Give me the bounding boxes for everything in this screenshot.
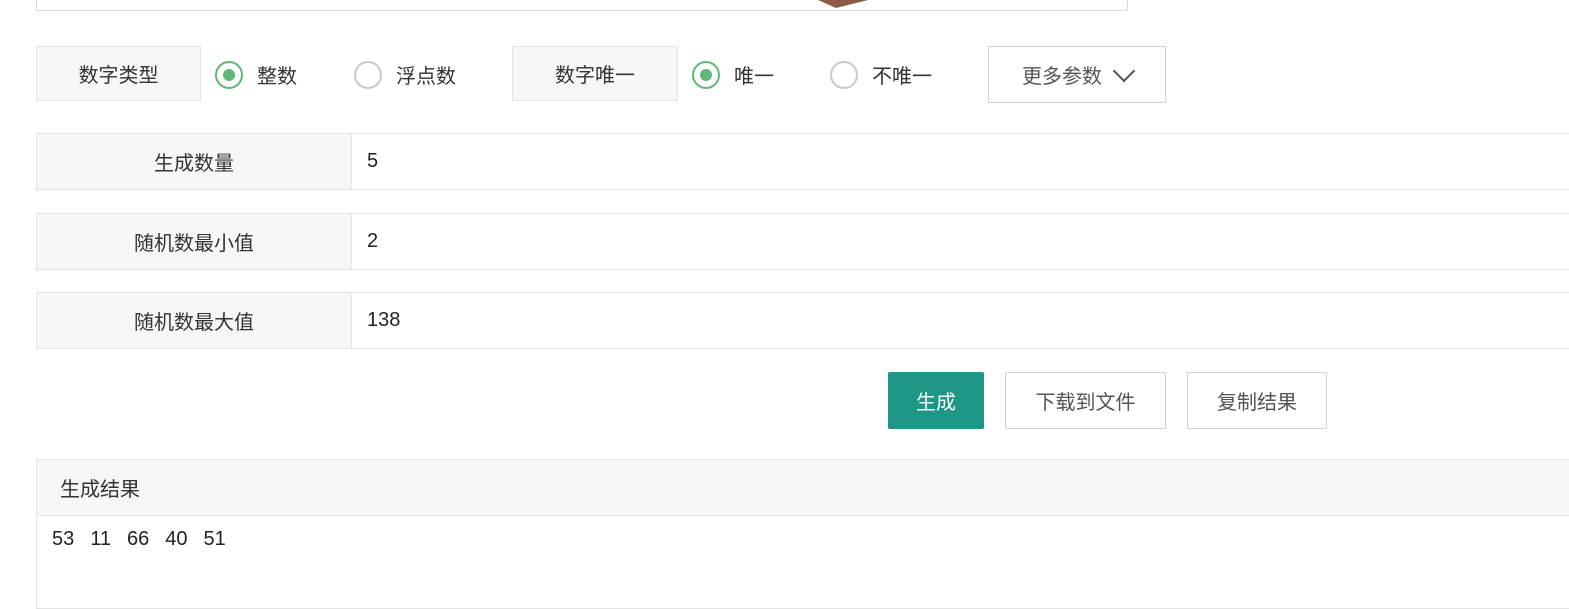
- result-panel: 生成结果 53 11 66 40 51: [36, 459, 1569, 609]
- result-title: 生成结果: [37, 460, 1569, 516]
- number-unique-label: 数字唯一: [512, 46, 678, 101]
- min-label: 随机数最小值: [37, 214, 352, 269]
- min-input[interactable]: [352, 214, 1569, 269]
- result-number: 11: [90, 528, 112, 550]
- more-params-button[interactable]: 更多参数: [988, 46, 1166, 103]
- max-label: 随机数最大值: [37, 293, 352, 348]
- radio-float[interactable]: 浮点数: [354, 60, 456, 89]
- radio-not-unique[interactable]: 不唯一: [830, 60, 932, 89]
- count-input[interactable]: [352, 134, 1569, 189]
- count-label: 生成数量: [37, 134, 352, 189]
- radio-checked-icon: [692, 60, 720, 89]
- radio-unique-label: 唯一: [734, 64, 774, 88]
- radio-integer[interactable]: 整数: [215, 60, 297, 89]
- radio-unique[interactable]: 唯一: [692, 60, 774, 89]
- decorative-accent: [818, 0, 868, 8]
- more-params-label: 更多参数: [1022, 64, 1102, 88]
- radio-unchecked-icon: [830, 60, 858, 89]
- radio-float-label: 浮点数: [396, 64, 456, 88]
- max-row: 随机数最大值: [36, 292, 1569, 349]
- result-output[interactable]: 53 11 66 40 51: [37, 516, 1569, 563]
- result-number: 40: [165, 528, 188, 550]
- copy-result-button[interactable]: 复制结果: [1187, 372, 1327, 429]
- download-button[interactable]: 下载到文件: [1005, 372, 1166, 429]
- generate-button[interactable]: 生成: [888, 372, 984, 429]
- result-number: 66: [127, 528, 150, 550]
- result-number: 53: [52, 528, 75, 550]
- chevron-down-icon: [1112, 59, 1136, 82]
- number-type-label: 数字类型: [36, 46, 201, 101]
- radio-not-unique-label: 不唯一: [872, 64, 932, 88]
- count-row: 生成数量: [36, 133, 1569, 190]
- min-row: 随机数最小值: [36, 213, 1569, 270]
- radio-integer-label: 整数: [257, 64, 297, 88]
- radio-unchecked-icon: [354, 60, 382, 89]
- result-number: 51: [203, 528, 226, 550]
- radio-checked-icon: [215, 60, 243, 89]
- top-panel: [36, 0, 1128, 11]
- max-input[interactable]: [352, 293, 1569, 348]
